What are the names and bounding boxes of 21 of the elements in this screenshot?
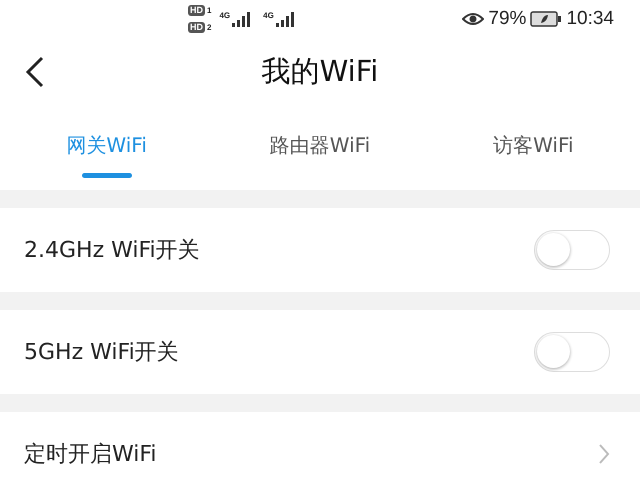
clock: 10:34 (566, 8, 614, 30)
battery-icon (530, 11, 562, 27)
tab[interactable]: 访客WiFi (493, 132, 574, 159)
chevron-icon (598, 443, 610, 465)
setting-label: 定时开启WiFi (24, 441, 158, 469)
toggle-switch[interactable] (534, 230, 610, 270)
toggle-switch[interactable] (534, 332, 610, 372)
page-title: 我的WiFi (262, 53, 378, 90)
signal-icon (274, 11, 297, 27)
setting-label: 5GHz WiFi开关 (24, 339, 180, 367)
hd-badge: HD (188, 5, 205, 16)
network-type: 4G (219, 11, 230, 20)
sim-slot: 1 (207, 6, 212, 15)
back-icon[interactable] (24, 56, 46, 88)
tab[interactable]: 路由器WiFi (270, 132, 370, 159)
eye-icon (462, 12, 484, 26)
setting-label: 2.4GHz WiFi开关 (24, 237, 201, 265)
sim-slot: 2 (207, 23, 212, 32)
hd-badge: HD (188, 22, 205, 33)
battery-percent: 79% (488, 8, 526, 30)
network-type: 4G (263, 11, 274, 20)
